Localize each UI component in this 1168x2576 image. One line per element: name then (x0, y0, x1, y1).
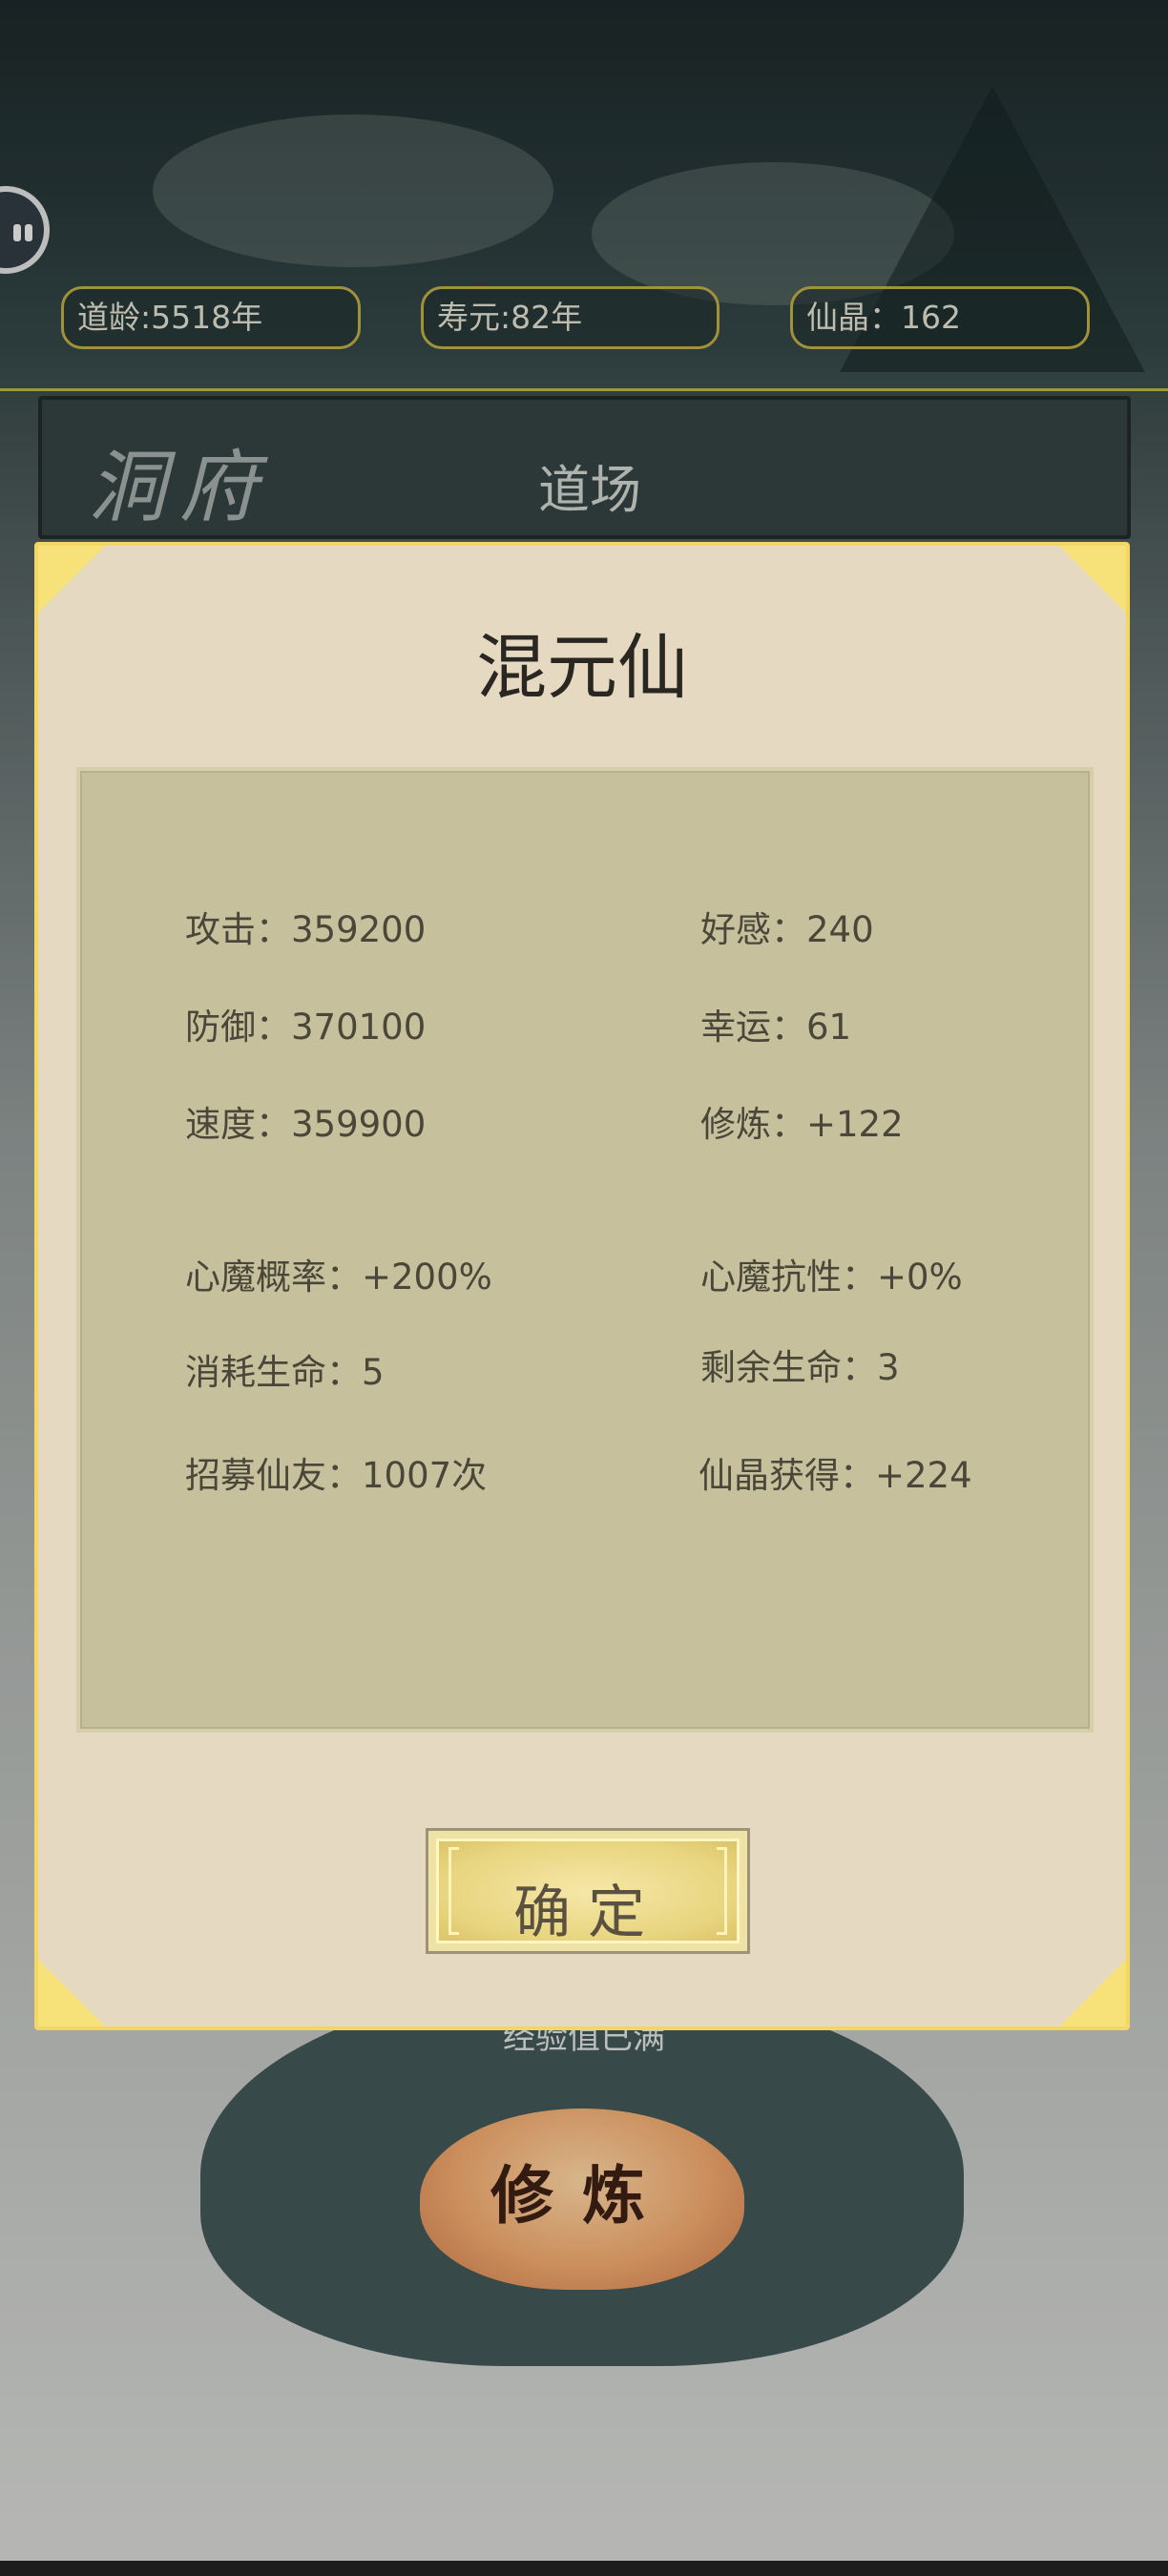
stat-demon-chance: 心魔概率：+200% (185, 1257, 492, 1298)
corner-ornament (1059, 546, 1126, 613)
stat-attack: 攻击：359200 (185, 909, 427, 950)
stat-life-cost: 消耗生命：5 (185, 1352, 385, 1393)
stat-demon-resist: 心魔抗性：+0% (700, 1257, 963, 1298)
stat-crystal-gain: 仙晶获得：+224 (699, 1455, 972, 1496)
corner-ornament (38, 546, 105, 613)
stat-defense: 防御：370100 (185, 1007, 427, 1048)
stat-life-left: 剩余生命：3 (700, 1347, 900, 1388)
stat-recruit: 招募仙友：1007次 (185, 1455, 488, 1496)
dialog-title: 混元仙 (476, 627, 688, 709)
game-screen: 道龄:5518年 寿元:82年 仙晶：162 洞府 道场 经验值已满 修炼 混元… (0, 0, 1168, 2576)
confirm-button[interactable]: 确定 (426, 1828, 750, 1954)
stat-speed: 速度：359900 (185, 1104, 427, 1145)
stat-cultivation: 修炼：+122 (700, 1104, 904, 1145)
stats-panel: 攻击：359200 好感：240 防御：370100 幸运：61 速度：3599… (76, 767, 1094, 1733)
confirm-label: 确定 (513, 1880, 662, 1946)
confirm-button-face: 确定 (436, 1839, 740, 1946)
stat-luck: 幸运：61 (700, 1007, 852, 1048)
corner-ornament (1059, 1960, 1126, 2026)
corner-ornament (38, 1960, 105, 2026)
result-dialog: 混元仙 攻击：359200 好感：240 防御：370100 幸运：61 速度：… (34, 542, 1130, 2030)
stat-favor: 好感：240 (700, 909, 874, 950)
